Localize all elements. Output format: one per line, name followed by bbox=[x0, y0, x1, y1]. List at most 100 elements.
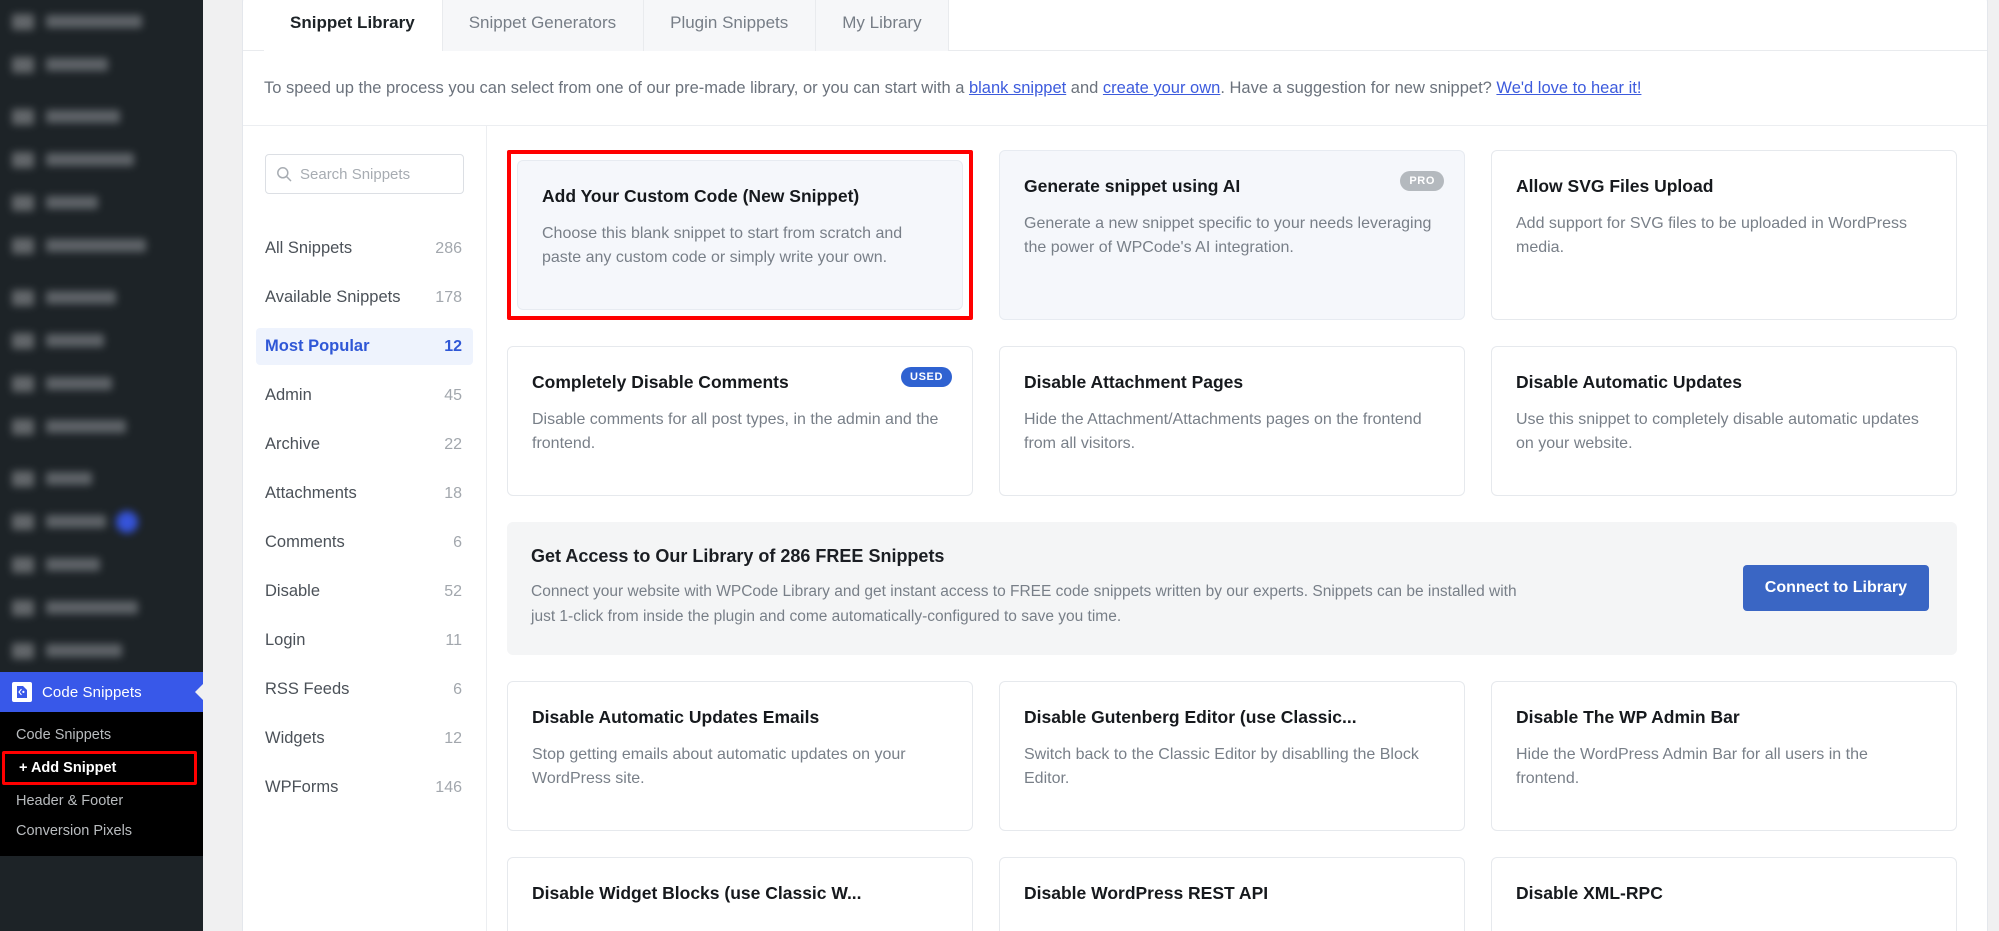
wpcode-logo-icon bbox=[12, 682, 32, 702]
wp-admin-menu-item[interactable] bbox=[0, 586, 203, 629]
menu-separator bbox=[0, 267, 203, 276]
tab-plugin-snippets[interactable]: Plugin Snippets bbox=[643, 0, 816, 51]
wp-submenu-item-conversion-pixels[interactable]: Conversion Pixels bbox=[0, 816, 203, 846]
category-item-attachments[interactable]: Attachments 18 bbox=[256, 475, 473, 512]
snippet-card[interactable]: Completely Disable Comments Disable comme… bbox=[507, 346, 973, 496]
menu-label bbox=[46, 601, 138, 614]
wp-submenu-item-code-snippets[interactable]: Code Snippets bbox=[0, 720, 203, 750]
category-item-most-popular[interactable]: Most Popular 12 bbox=[256, 328, 473, 365]
intro-part-1: To speed up the process you can select f… bbox=[264, 79, 969, 97]
wp-submenu-item-header-footer[interactable]: Header & Footer bbox=[0, 786, 203, 816]
snippet-card[interactable]: Disable WordPress REST API bbox=[999, 857, 1465, 931]
snippet-card-title: Disable Attachment Pages bbox=[1024, 372, 1244, 392]
category-item-wpforms[interactable]: WPForms 146 bbox=[256, 769, 473, 806]
wp-admin-menu-item[interactable] bbox=[0, 224, 203, 267]
category-item-disable[interactable]: Disable 52 bbox=[256, 573, 473, 610]
main-area: Snippet Library Snippet Generators Plugin … bbox=[203, 0, 1999, 931]
category-item-archive[interactable]: Archive 22 bbox=[256, 426, 473, 463]
menu-icon bbox=[12, 289, 34, 306]
category-count: 45 bbox=[444, 386, 462, 404]
search-icon bbox=[277, 167, 292, 182]
snippet-card-description: Add support for SVG files to be uploaded… bbox=[1516, 215, 1908, 256]
search-input[interactable] bbox=[300, 165, 453, 183]
menu-separator bbox=[0, 86, 203, 95]
tab-my-library[interactable]: My Library bbox=[815, 0, 949, 51]
category-count: 52 bbox=[444, 582, 462, 600]
notification-badge bbox=[116, 510, 138, 533]
snippet-card[interactable]: Disable Gutenberg Editor (use Classic...… bbox=[999, 681, 1465, 831]
category-item-all-snippets[interactable]: All Snippets 286 bbox=[256, 230, 473, 267]
category-item-rss-feeds[interactable]: RSS Feeds 6 bbox=[256, 671, 473, 708]
snippet-card-title: Generate snippet using AI bbox=[1024, 176, 1241, 196]
wp-submenu-item-add-snippet[interactable]: + Add Snippet bbox=[2, 751, 197, 785]
status-badge: PRO bbox=[1400, 171, 1444, 191]
snippet-card[interactable]: Add Your Custom Code (New Snippet) Choose… bbox=[517, 160, 963, 310]
blank-snippet-link[interactable]: blank snippet bbox=[969, 79, 1066, 97]
wp-admin-submenu: Code Snippets + Add Snippet Header & Foote… bbox=[0, 712, 203, 856]
wp-admin-menu-blurred-items[interactable] bbox=[0, 0, 203, 672]
snippet-card[interactable]: Allow SVG Files Upload Add support for SV… bbox=[1491, 150, 1957, 320]
menu-label bbox=[46, 153, 134, 166]
category-list: All Snippets 286 Available Snippets 178 Most… bbox=[256, 230, 473, 806]
category-item-login[interactable]: Login 11 bbox=[256, 622, 473, 659]
category-item-admin[interactable]: Admin 45 bbox=[256, 377, 473, 414]
tab-snippet-library[interactable]: Snippet Library bbox=[264, 0, 442, 51]
status-badge: USED bbox=[901, 367, 952, 387]
intro-text: To speed up the process you can select f… bbox=[243, 51, 1987, 126]
snippet-card[interactable]: Disable Automatic Updates Use this snippe… bbox=[1491, 346, 1957, 496]
category-count: 6 bbox=[453, 533, 462, 551]
category-item-widgets[interactable]: Widgets 12 bbox=[256, 720, 473, 757]
wp-admin-menu-item[interactable] bbox=[0, 543, 203, 586]
menu-label bbox=[46, 472, 92, 485]
wp-admin-menu-item[interactable] bbox=[0, 319, 203, 362]
sidebar-item-code-snippets[interactable]: Code Snippets bbox=[0, 672, 203, 712]
category-label: Most Popular bbox=[265, 337, 370, 355]
snippet-card[interactable]: Disable Automatic Updates Emails Stop get… bbox=[507, 681, 973, 831]
wp-admin-menu-item[interactable] bbox=[0, 405, 203, 448]
snippet-card-title: Allow SVG Files Upload bbox=[1516, 176, 1714, 196]
wp-admin-menu-item[interactable] bbox=[0, 138, 203, 181]
category-item-comments[interactable]: Comments 6 bbox=[256, 524, 473, 561]
snippet-cards-area: Add Your Custom Code (New Snippet) Choose… bbox=[487, 126, 1987, 931]
create-your-own-link[interactable]: create your own bbox=[1103, 79, 1220, 97]
category-count: 286 bbox=[435, 239, 462, 257]
wp-admin-menu-item[interactable] bbox=[0, 276, 203, 319]
search-snippets-box[interactable] bbox=[265, 154, 464, 194]
wp-admin-menu-item[interactable] bbox=[0, 457, 203, 500]
menu-icon bbox=[12, 151, 34, 168]
snippet-row-4: Disable Widget Blocks (use Classic W... D… bbox=[507, 857, 1957, 931]
category-label: Archive bbox=[265, 435, 321, 453]
snippet-card[interactable]: Disable XML-RPC bbox=[1491, 857, 1957, 931]
snippet-card[interactable]: Generate snippet using AI Generate a new … bbox=[999, 150, 1465, 320]
wp-admin-menu-item[interactable] bbox=[0, 362, 203, 405]
screen: Code Snippets Code Snippets + Add Snippet… bbox=[0, 0, 1999, 931]
category-label: Admin bbox=[265, 386, 312, 404]
snippet-row-1: Add Your Custom Code (New Snippet) Choose… bbox=[507, 150, 1957, 320]
category-count: 11 bbox=[445, 631, 462, 649]
tab-snippet-generators[interactable]: Snippet Generators bbox=[441, 0, 644, 51]
category-count: 6 bbox=[453, 680, 462, 698]
wp-admin-menu-item[interactable] bbox=[0, 43, 203, 86]
category-item-available-snippets[interactable]: Available Snippets 178 bbox=[256, 279, 473, 316]
wp-admin-menu-item[interactable] bbox=[0, 95, 203, 138]
snippet-row-3: Disable Automatic Updates Emails Stop get… bbox=[507, 681, 1957, 831]
wp-admin-sidebar: Code Snippets Code Snippets + Add Snippet… bbox=[0, 0, 203, 931]
snippet-card[interactable]: Disable The WP Admin Bar Hide the WordPre… bbox=[1491, 681, 1957, 831]
wp-admin-menu-item[interactable] bbox=[0, 629, 203, 672]
menu-icon bbox=[12, 642, 34, 659]
snippet-card[interactable]: Disable Attachment Pages Hide the Attachm… bbox=[999, 346, 1465, 496]
category-label: RSS Feeds bbox=[265, 680, 350, 698]
menu-label bbox=[46, 196, 98, 209]
feedback-link[interactable]: We'd love to hear it! bbox=[1496, 79, 1641, 97]
category-label: WPForms bbox=[265, 778, 339, 796]
wp-admin-menu-item[interactable] bbox=[0, 0, 203, 43]
snippet-card-description: Disable comments for all post types, in … bbox=[532, 411, 939, 452]
sidebar-active-arrow-icon bbox=[195, 683, 203, 701]
wp-admin-menu-item[interactable] bbox=[0, 500, 203, 543]
menu-label bbox=[46, 15, 142, 28]
banner-title: Get Access to Our Library of 286 FREE Sn… bbox=[531, 546, 945, 566]
snippet-card[interactable]: Disable Widget Blocks (use Classic W... bbox=[507, 857, 973, 931]
connect-to-library-button[interactable]: Connect to Library bbox=[1742, 564, 1929, 611]
wp-admin-menu-item[interactable] bbox=[0, 181, 203, 224]
sidebar-item-label: Code Snippets bbox=[42, 683, 142, 701]
